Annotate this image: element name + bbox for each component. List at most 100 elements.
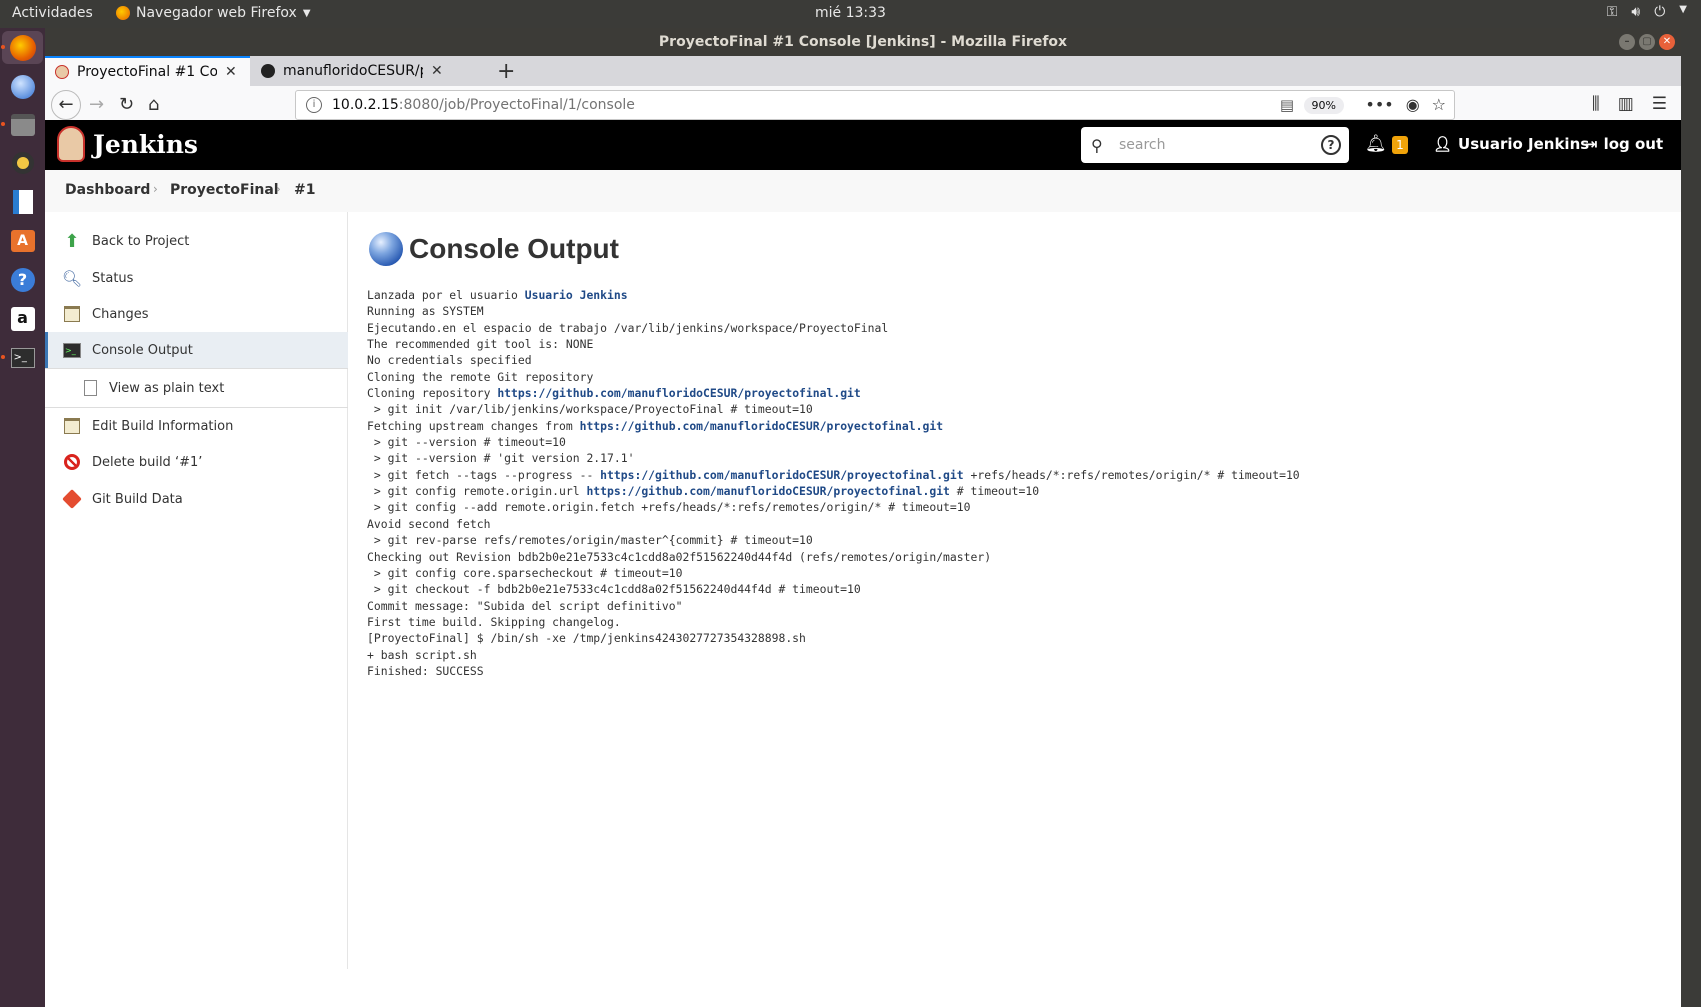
console-line: Checking out Revision bdb2b0e21e7533c4c1… [367,549,1300,565]
launcher-help[interactable]: ? [6,263,39,296]
pocket-icon[interactable]: ◉ [1406,95,1420,114]
console-link[interactable]: https://github.com/manufloridoCESUR/proy… [600,468,963,482]
breadcrumb-dashboard[interactable]: Dashboard [65,182,150,198]
sidebar-item-view-plain-text[interactable]: View as plain text [45,370,348,406]
console-text: Ejecutando.en el espacio de trabajo /var… [367,320,889,335]
console-link[interactable]: https://github.com/manufloridoCESUR/proy… [497,386,860,400]
sidebar-item-back-to-project[interactable]: ⬆ Back to Project [45,223,348,259]
app-menu[interactable]: Navegador web Firefox ▼ [116,5,311,21]
maximize-button[interactable]: ▢ [1639,34,1655,50]
minimize-button[interactable]: – [1619,34,1635,50]
console-line: Lanzada por el usuario Usuario Jenkins [367,287,1300,303]
console-line: > git init /var/lib/jenkins/workspace/Pr… [367,401,1300,417]
jenkins-logo[interactable]: Jenkins [57,126,198,162]
help-icon[interactable]: ? [1321,135,1341,155]
running-indicator [1,122,5,126]
running-indicator [1,45,5,49]
power-icon[interactable]: ⏻ [1654,4,1665,20]
bell-icon[interactable]: 🔔︎ [1365,134,1387,154]
console-text: Checking out Revision bdb2b0e21e7533c4c1… [367,549,992,564]
notification-badge[interactable]: 1 [1392,136,1408,154]
launcher-amazon[interactable]: a [6,302,39,335]
chevron-down-icon[interactable]: ▼ [1679,4,1687,20]
sidebar-item-label: Delete build ‘#1’ [92,454,203,470]
document-icon [81,379,99,397]
tab-title: manufloridoCESUR/proyectofinal [283,63,423,79]
library-icon[interactable]: ⫼ [1592,94,1600,114]
reader-view-icon[interactable]: ▤ [1280,96,1294,114]
tab-title: ProyectoFinal #1 Console [Jenkins] [77,64,217,80]
console-text: The recommended git tool is: NONE [367,337,594,352]
launcher-firefox[interactable] [2,31,43,64]
launcher-rhythmbox[interactable] [6,146,39,179]
console-line: Ejecutando.en el espacio de trabajo /var… [367,320,1300,336]
volume-icon[interactable]: 🔊︎ [1631,4,1640,20]
firefox-icon [116,6,130,20]
launcher-writer[interactable] [6,185,39,218]
jenkins-favicon-icon [55,65,69,79]
close-tab-icon[interactable]: ✕ [431,63,443,79]
console-text: > git --version # 'git version 2.17.1' [367,451,635,466]
url-bar[interactable]: i 10.0.2.15:8080/job/ProyectoFinal/1/con… [295,90,1455,120]
home-button[interactable]: ⌂ [148,94,159,115]
launcher-terminal[interactable]: >_ [6,341,39,374]
github-icon [261,64,275,78]
zoom-indicator[interactable]: 90% [1303,97,1344,114]
up-arrow-icon: ⬆ [64,230,80,252]
console-text: > git config core.sparsecheckout # timeo… [367,565,683,580]
sidebar-item-status[interactable]: 🔍︎ Status [45,260,348,296]
console-text: Finished: SUCCESS [367,663,484,678]
side-panel: ⬆ Back to Project 🔍︎ Status Changes >_ C… [45,212,348,969]
user-icon: 👤︎ [1433,135,1453,153]
breadcrumb-project[interactable]: ProyectoFinal [170,182,279,198]
launcher-files[interactable] [6,108,39,141]
console-text: Cloning the remote Git repository [367,369,594,384]
back-button[interactable]: ← [51,90,81,120]
console-line: Cloning repository https://github.com/ma… [367,385,1300,401]
sidebar-item-git-build-data[interactable]: Git Build Data [45,481,348,517]
console-link[interactable]: Usuario Jenkins [525,288,628,302]
jenkins-butler-icon [57,126,85,162]
sidebar-item-delete-build[interactable]: Delete build ‘#1’ [45,444,348,480]
sidebar-item-label: Git Build Data [92,491,183,507]
launcher-thunderbird[interactable] [6,70,39,103]
bookmark-star-icon[interactable]: ☆ [1432,95,1446,114]
sidebar-item-console-output[interactable]: >_ Console Output [45,332,348,368]
tab-jenkins-console[interactable]: ProyectoFinal #1 Console [Jenkins] ✕ [45,56,250,86]
hamburger-menu-icon[interactable]: ☰ [1652,94,1667,114]
console-text: Lanzada por el usuario [367,288,525,302]
logout-link[interactable]: ⇥ log out [1585,135,1663,153]
console-text: > git config --add remote.origin.fetch +… [367,500,971,515]
help-icon: ? [10,267,35,292]
close-tab-icon[interactable]: ✕ [225,64,237,80]
close-window-button[interactable]: ✕ [1659,34,1675,50]
launcher-software[interactable]: A [6,224,39,257]
page-title-text: Console Output [409,233,619,264]
console-text: Commit message: "Subida del script defin… [367,598,683,613]
window-titlebar[interactable]: ProyectoFinal #1 Console [Jenkins] - Moz… [45,28,1681,56]
search-box[interactable]: ⚲ search ? [1081,127,1349,163]
console-link[interactable]: https://github.com/manufloridoCESUR/proy… [580,419,943,433]
search-icon: ⚲ [1091,135,1103,155]
page-actions-icon[interactable]: ••• [1365,95,1393,114]
site-info-icon[interactable]: i [306,97,322,113]
tab-github[interactable]: manufloridoCESUR/proyectofinal ✕ [251,56,456,86]
console-link[interactable]: https://github.com/manufloridoCESUR/proy… [586,484,949,498]
new-tab-button[interactable]: + [497,59,515,84]
sidebar-toggle-icon[interactable]: ▥ [1618,94,1634,114]
search-input[interactable]: search [1119,137,1321,153]
system-tray[interactable]: ⚿ 🔊︎ ⏻ ▼ [1607,4,1687,20]
console-text: > git --version # timeout=10 [367,435,566,450]
reload-button[interactable]: ↻ [119,94,134,115]
sidebar-item-edit-build-information[interactable]: Edit Build Information [45,408,348,444]
forward-button[interactable]: → [89,94,104,115]
amazon-icon: a [10,306,35,331]
user-link[interactable]: 👤︎ Usuario Jenkins [1433,135,1589,153]
sidebar-item-changes[interactable]: Changes [45,296,348,332]
console-line: The recommended git tool is: NONE [367,336,1300,352]
network-icon[interactable]: ⚿ [1607,4,1618,20]
activities-button[interactable]: Actividades [12,5,93,21]
console-output: Lanzada por el usuario Usuario Jenkins Ru… [367,287,1300,679]
breadcrumb-build[interactable]: #1 [294,182,315,198]
console-text: > git init /var/lib/jenkins/workspace/Pr… [367,402,813,417]
